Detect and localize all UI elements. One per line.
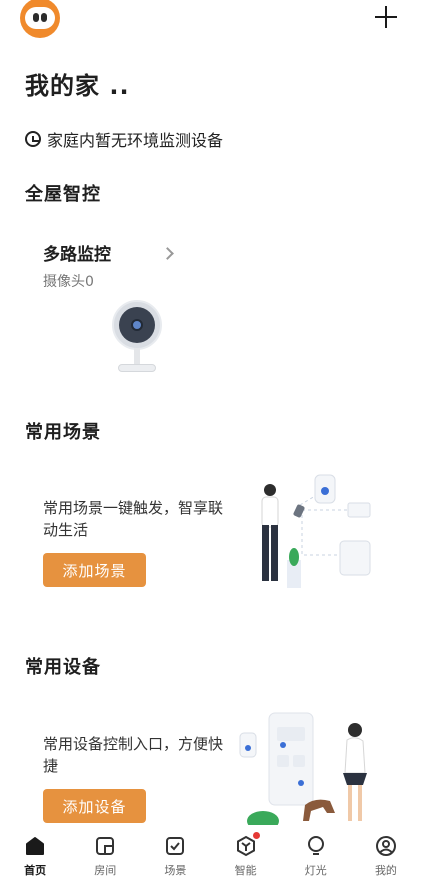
scenes-description: 常用场景一键触发，智享联动生活 xyxy=(43,499,224,539)
bulb-icon xyxy=(307,836,324,855)
add-scene-button[interactable]: 添加场景 xyxy=(43,553,146,587)
add-device-button[interactable]: 添加设备 xyxy=(43,789,146,823)
camera-illustration xyxy=(112,300,162,374)
scene-illustration xyxy=(261,474,371,588)
nav-item-smart[interactable]: 智能 xyxy=(211,825,281,881)
monitor-card-subtitle: 摄像头0 xyxy=(43,274,94,290)
smart-hexagon-icon xyxy=(236,835,255,857)
profile-icon xyxy=(375,836,396,856)
nav-item-home[interactable]: 首页 xyxy=(0,825,70,881)
nav-label-lights: 灯光 xyxy=(304,864,327,877)
notification-badge xyxy=(252,832,260,839)
section-title-devices: 常用设备 xyxy=(25,657,101,678)
nav-label-rooms: 房间 xyxy=(94,864,117,877)
monitor-card-title: 多路监控 xyxy=(43,245,111,265)
nav-item-rooms[interactable]: 房间 xyxy=(70,825,140,881)
robot-avatar-icon xyxy=(25,7,55,29)
nav-label-scenes: 场景 xyxy=(164,864,187,877)
room-icon xyxy=(96,837,115,855)
section-title-whole-house: 全屋智控 xyxy=(25,184,101,205)
multi-monitor-card[interactable]: 多路监控 摄像头0 xyxy=(43,240,203,291)
add-plus-button[interactable] xyxy=(373,4,399,30)
nav-item-scenes[interactable]: 场景 xyxy=(140,825,210,881)
devices-description: 常用设备控制入口，方便快捷 xyxy=(43,735,224,775)
bottom-nav: 首页 房间 场景 智能 灯光 我的 xyxy=(0,825,421,881)
nav-label-profile: 我的 xyxy=(374,864,397,877)
device-illustration xyxy=(239,712,367,825)
nav-item-lights[interactable]: 灯光 xyxy=(281,825,351,881)
nav-label-home: 首页 xyxy=(24,864,47,877)
scene-check-icon xyxy=(166,837,185,855)
home-icon xyxy=(26,837,45,855)
home-title[interactable]: 我的家 .. xyxy=(25,66,130,101)
nav-label-smart: 智能 xyxy=(234,864,257,877)
chevron-right-icon xyxy=(161,247,174,260)
user-avatar[interactable] xyxy=(20,0,60,38)
env-status-text: 家庭内暂无环境监测设备 xyxy=(47,131,224,150)
section-title-scenes: 常用场景 xyxy=(25,422,101,443)
nav-item-profile[interactable]: 我的 xyxy=(351,825,421,881)
clock-status-icon xyxy=(25,131,41,147)
env-status: 家庭内暂无环境监测设备 xyxy=(25,127,223,151)
